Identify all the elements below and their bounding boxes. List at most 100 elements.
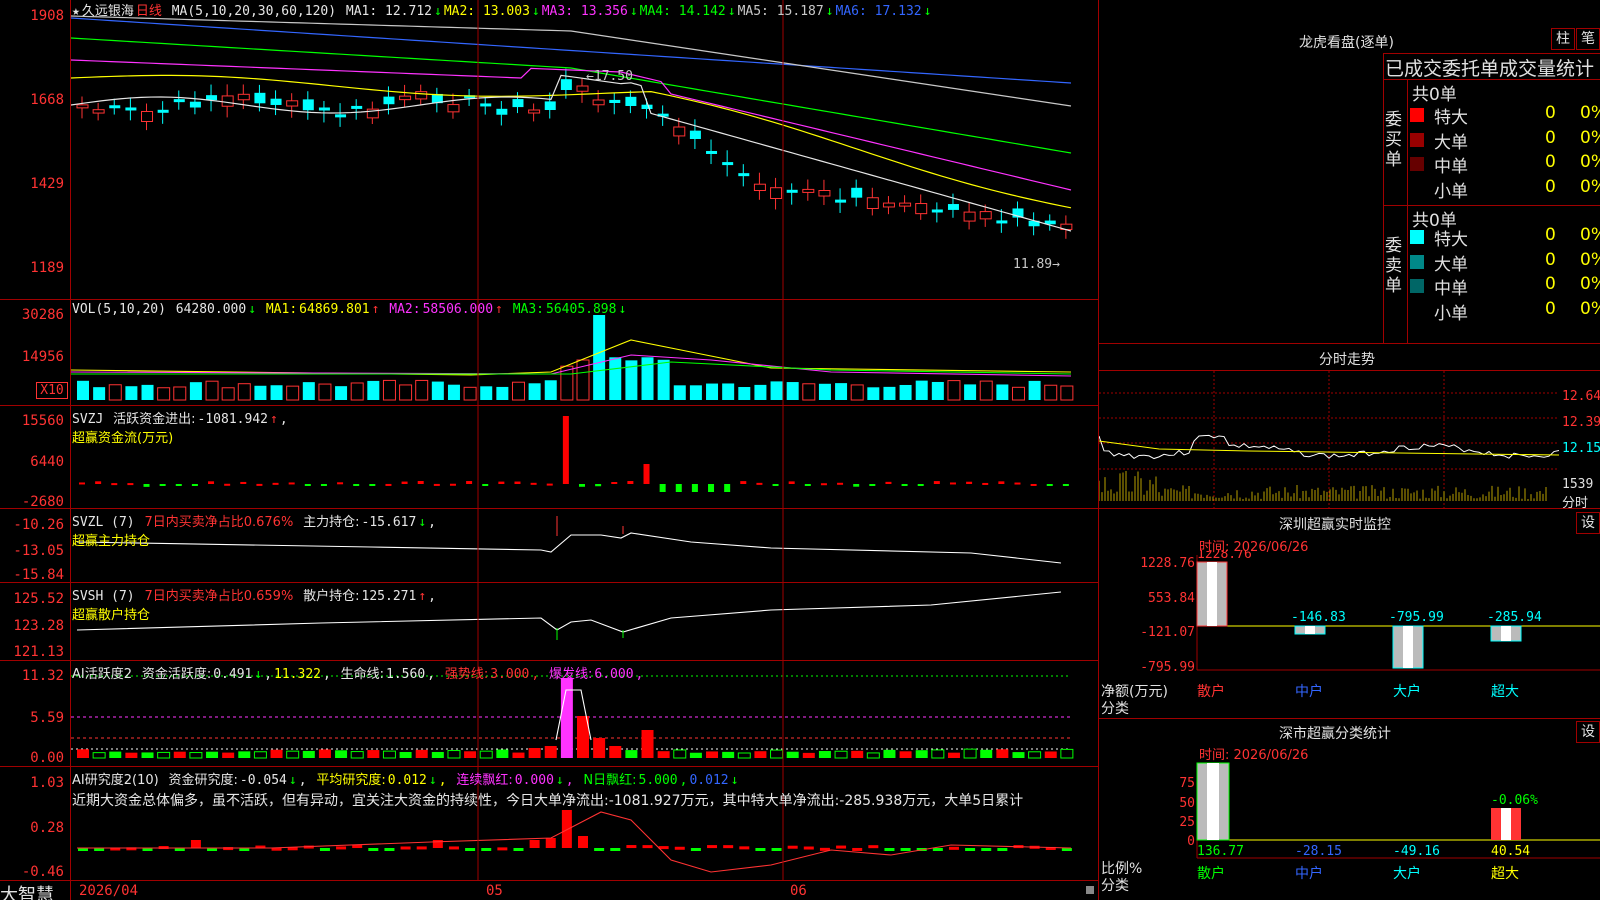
candle [689,130,701,139]
candle [528,109,541,114]
activity-bar [963,748,977,759]
svsh-axis-label: 123.28 [13,618,64,634]
sz-class-settings-button[interactable]: 设 [1576,721,1600,743]
fund-flow-bar [224,483,231,486]
research-bar [513,848,524,851]
volume-bar [93,387,106,400]
class-axis-label: 25 [1179,815,1195,830]
order-stat-row: 中单 0 0% [1410,274,1600,299]
volume-bar [1028,380,1041,400]
monitor-category: 中户 [1295,683,1323,700]
fund-flow-bar [966,481,973,484]
monitor-category: 大户 [1393,683,1421,700]
activity-bar [722,751,735,758]
separator [1407,79,1408,343]
order-pct: 0% [1580,274,1600,294]
candle [335,114,347,118]
volume-bar [641,357,654,400]
activity-bar [899,751,912,758]
fund-flow-bar [595,484,602,487]
monitor-bar-highlight [1305,626,1315,634]
volume-bar [496,386,509,400]
fund-flow-bar [272,482,279,485]
vol-ma-line [77,811,1072,873]
svzj-legend: SVZJ 活跃资金进出: -1081.942 ↑, 超赢资金流(万元) [72,412,288,446]
continuous-red-value: 0.000 [514,773,554,788]
activity-bar [189,752,203,759]
fund-flow-bar [159,484,166,486]
intraday-axis-label: 12.39 [1562,415,1600,430]
candle [125,107,137,111]
volume-bar [302,382,315,400]
order-type: 中单 [1434,279,1468,299]
activity-bar [141,752,154,758]
svsh-label1: 7日内买卖净占比0.659% [144,589,294,604]
vol-axis-label: 14956 [21,349,64,365]
activity-bar [270,749,283,758]
tick-mode-button[interactable]: 笔 [1576,28,1600,50]
activity-bar [109,751,122,758]
intraday-chart[interactable] [1099,371,1559,509]
research-bar [690,848,701,851]
burst-line-label: 爆发线: [549,667,593,682]
candle [237,93,250,101]
chart-area[interactable]: 1908 1668 1429 1189 30286 14956 X10 1556… [0,0,1099,900]
volume-bar [270,385,283,400]
avg-research-value: 0.012 [387,773,427,788]
volume-bar [867,387,880,400]
class-category: 超大 [1491,866,1519,882]
candle [706,150,718,154]
svsh-name: SVSH (7) [72,589,135,604]
order-count: 0 [1545,103,1556,123]
activity-bar [883,749,896,758]
research-bar [707,845,718,849]
candle [882,202,895,208]
activity-bar [447,750,461,759]
ma-legend-item: MA4: 14.142 [639,4,726,19]
research-bar [884,848,895,851]
volume-bar [511,381,525,401]
monitor-category: 超大 [1491,684,1519,700]
burst-line-value: 6.000 [594,667,634,682]
svzl-label1: 7日内买卖净占比0.676% [144,515,294,530]
activity-bar [415,749,428,758]
order-count: 0 [1545,249,1556,270]
color-swatch [1410,254,1424,269]
bar-mode-button[interactable]: 柱 [1551,28,1575,50]
price-axis-label: 1189 [30,260,64,276]
volume-bar [835,383,848,400]
volume-bar [850,384,864,401]
fund-flow-bar [514,481,521,484]
fund-flow-bar [772,484,779,486]
activity-bar [657,751,670,758]
vol-ma1: 64869.801 [299,302,370,317]
activity-bar [318,749,331,758]
volume-bar [673,385,686,400]
order-type: 特大 [1434,108,1468,128]
period-label[interactable]: 日线 [136,4,162,19]
research-bar [465,848,476,851]
research-bar [836,845,847,849]
ma-legend-item: MA2: 13.003 [443,4,530,19]
activity-bar [206,751,219,758]
fund-flow-bar [1014,482,1021,485]
dir-arrow: ↓ [433,4,442,19]
vol-ma2-label: MA2: [389,302,421,317]
buy-side-label: 委买单 [1385,110,1402,170]
order-stat-row: 大单 0 0% [1410,128,1600,153]
sz-monitor-settings-button[interactable]: 设 [1576,512,1600,534]
fund-flow-bar [530,482,537,485]
sell-side-label: 委卖单 [1385,236,1402,296]
lock-icon[interactable] [1086,886,1094,894]
volume-bar [463,386,477,401]
activity-bar [173,751,186,758]
fund-flow-bar [998,481,1005,484]
activity-bar [479,750,493,759]
research-bar [981,848,992,851]
price-axis-label: 1668 [30,92,64,108]
ai-research-label: 资金研究度: [168,773,238,788]
fund-flow-bar [804,484,811,486]
volume-bar [382,379,396,401]
candle [915,203,928,215]
ai-research-name: AI研究度2(10) [72,773,159,788]
